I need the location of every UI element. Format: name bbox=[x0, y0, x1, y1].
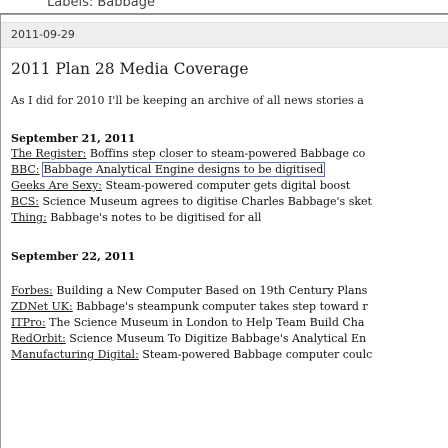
news-source-link[interactable]: Thing: bbox=[11, 211, 47, 224]
post-date: 2011-09-29 bbox=[11, 28, 75, 41]
post-date-bar: 2011-09-29 bbox=[1, 22, 448, 48]
news-source-link[interactable]: ITPro: bbox=[11, 316, 46, 329]
news-item: Forbes: Building a New Computer Based on… bbox=[11, 284, 367, 297]
news-source-link[interactable]: Forbes: bbox=[11, 284, 53, 297]
news-source-link[interactable]: BCS: bbox=[11, 195, 39, 208]
news-item: BCS: Science Museum agrees to digitise C… bbox=[11, 195, 372, 208]
labels-header: Labels: Babbage bbox=[0, 0, 448, 14]
news-headline: Science Museum To Digitize Babbage's Ana… bbox=[65, 332, 367, 345]
news-source-link[interactable]: The Register: bbox=[11, 147, 86, 160]
labels-title: Labels: Babbage bbox=[47, 0, 155, 10]
news-headline: The Science Museum in London to Help Tea… bbox=[45, 316, 365, 329]
news-headline: Steam-powered Babbage computer coulc bbox=[138, 348, 373, 361]
news-item: ZDNet UK: Babbage's steampunk computer t… bbox=[11, 300, 368, 313]
news-source-link[interactable]: Geeks Are Sexy: bbox=[11, 179, 102, 192]
section-date: September 21, 2011 bbox=[11, 132, 136, 145]
news-headline: Building a New Computer Based on 19th Ce… bbox=[52, 284, 368, 297]
news-item: Thing: Babbage's notes to be digitised f… bbox=[11, 211, 261, 224]
news-item: The Register: Boffins step closer to ste… bbox=[11, 147, 365, 160]
news-headline: Boffins step closer to steam-powered Bab… bbox=[86, 147, 366, 160]
news-item: ITPro: The Science Museum in London to H… bbox=[11, 316, 364, 329]
post-panel: 2011-09-29 2011 Plan 28 Media Coverage A… bbox=[0, 14, 448, 448]
section-date: September 22, 2011 bbox=[11, 250, 136, 263]
news-headline: Babbage's steampunk computer takes step … bbox=[72, 300, 368, 313]
news-headline: Babbage's notes to be digitised for all bbox=[46, 211, 262, 224]
news-source-link[interactable]: RedOrbit: bbox=[11, 332, 66, 345]
news-source-link[interactable]: Manufacturing Digital: bbox=[11, 348, 139, 361]
post-intro: As I did for 2010 I'll be keeping an arc… bbox=[11, 94, 364, 107]
news-item: Geeks Are Sexy: Steam-powered computer g… bbox=[11, 179, 350, 192]
news-headline: Science Museum agrees to digitise Charle… bbox=[38, 195, 372, 208]
news-source-link[interactable]: ZDNet UK: bbox=[11, 300, 73, 313]
post-title[interactable]: 2011 Plan 28 Media Coverage bbox=[11, 60, 249, 78]
news-item: RedOrbit: Science Museum To Digitize Bab… bbox=[11, 332, 366, 345]
news-headline: Steam-powered computer gets digital boos… bbox=[102, 179, 351, 192]
news-headline-selected[interactable]: Babbage Analytical Engine designs to be … bbox=[41, 162, 326, 177]
news-item: BBC: Babbage Analytical Engine designs to… bbox=[11, 162, 326, 177]
news-item: Manufacturing Digital: Steam-powered Bab… bbox=[11, 348, 372, 361]
news-source-link[interactable]: BBC: bbox=[11, 163, 40, 176]
